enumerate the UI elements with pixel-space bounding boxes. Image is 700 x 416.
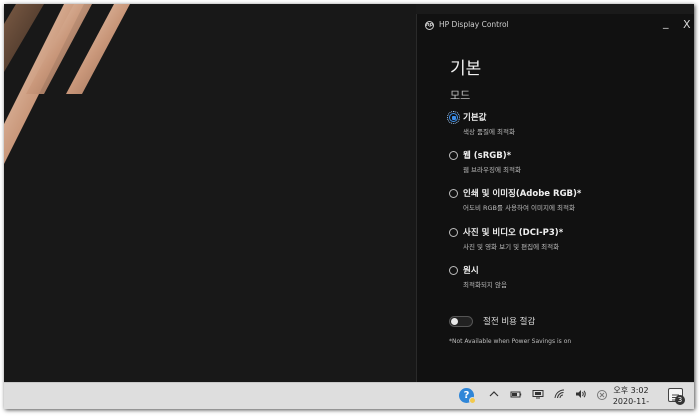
volume-icon[interactable]	[574, 389, 588, 404]
desktop-wallpaper	[4, 4, 416, 382]
availability-note: *Not Available when Power Savings is on	[449, 338, 572, 345]
option-description: 웹 브라우징에 최적화	[463, 166, 521, 174]
mode-option-default[interactable]: 기본값 색상 품질에 최적화	[447, 111, 679, 141]
option-label: 인쇄 및 이미징(Adobe RGB)*	[463, 189, 582, 199]
power-savings-label: 절전 비용 절감	[483, 317, 536, 327]
option-label: 기본값	[463, 113, 487, 123]
radio-button-selected[interactable]	[447, 111, 460, 124]
minimize-button[interactable]: _	[663, 16, 669, 29]
battery-icon[interactable]	[509, 389, 523, 404]
taskbar-clock[interactable]: 오후 3:02 2020-11-09	[608, 386, 654, 409]
option-description: 최적화되지 않음	[463, 281, 507, 289]
chevron-up-icon[interactable]	[488, 389, 500, 404]
radio-button[interactable]	[449, 228, 458, 237]
clock-date: 2020-11-09	[612, 397, 650, 409]
power-savings-toggle[interactable]	[449, 316, 473, 327]
wifi-icon[interactable]	[553, 389, 567, 404]
hp-logo-icon: hp	[425, 21, 434, 30]
toggle-knob	[451, 318, 458, 325]
mode-option-print-adobe-rgb[interactable]: 인쇄 및 이미징(Adobe RGB)* 어도비 RGB를 사용하여 이미지에 …	[449, 187, 679, 217]
app-title: HP Display Control	[439, 20, 509, 29]
hp-display-control-window: hp HP Display Control _ X 기본 모드 기본값 색상 품…	[416, 14, 694, 382]
option-description: 색상 품질에 최적화	[463, 128, 515, 136]
radio-button[interactable]	[449, 151, 458, 160]
monitor-icon[interactable]	[531, 389, 545, 404]
mode-option-web-srgb[interactable]: 웹 (sRGB)* 웹 브라우징에 최적화	[449, 149, 679, 179]
title-bar[interactable]: hp HP Display Control _ X	[417, 14, 694, 40]
option-label: 웹 (sRGB)*	[463, 151, 512, 161]
section-title-mode: 모드	[450, 89, 471, 102]
option-description: 어도비 RGB를 사용하여 이미지에 최적화	[463, 204, 575, 212]
page-title: 기본	[450, 59, 482, 79]
close-button[interactable]: X	[683, 18, 691, 31]
wallpaper-stripes	[4, 4, 130, 164]
mute-icon[interactable]	[595, 389, 609, 406]
radio-button[interactable]	[449, 189, 458, 198]
clock-time: 오후 3:02	[613, 386, 649, 395]
option-description: 사진 및 영화 보기 및 편집에 최적화	[463, 243, 560, 251]
notification-count-badge: 3	[675, 395, 685, 405]
power-savings-row: 절전 비용 절감	[449, 314, 649, 330]
screen: hp HP Display Control _ X 기본 모드 기본값 색상 품…	[4, 4, 694, 409]
mode-option-photo-video-dci-p3[interactable]: 사진 및 비디오 (DCI-P3)* 사진 및 영화 보기 및 편집에 최적화	[449, 226, 679, 256]
mode-option-native[interactable]: 원시 최적화되지 않음	[449, 264, 679, 294]
radio-button[interactable]	[449, 266, 458, 275]
option-label: 원시	[463, 266, 479, 276]
help-badge-icon	[469, 397, 476, 404]
option-label: 사진 및 비디오 (DCI-P3)*	[463, 228, 564, 238]
taskbar: ? 오후 3:02 2020-11-09 3	[4, 382, 694, 409]
